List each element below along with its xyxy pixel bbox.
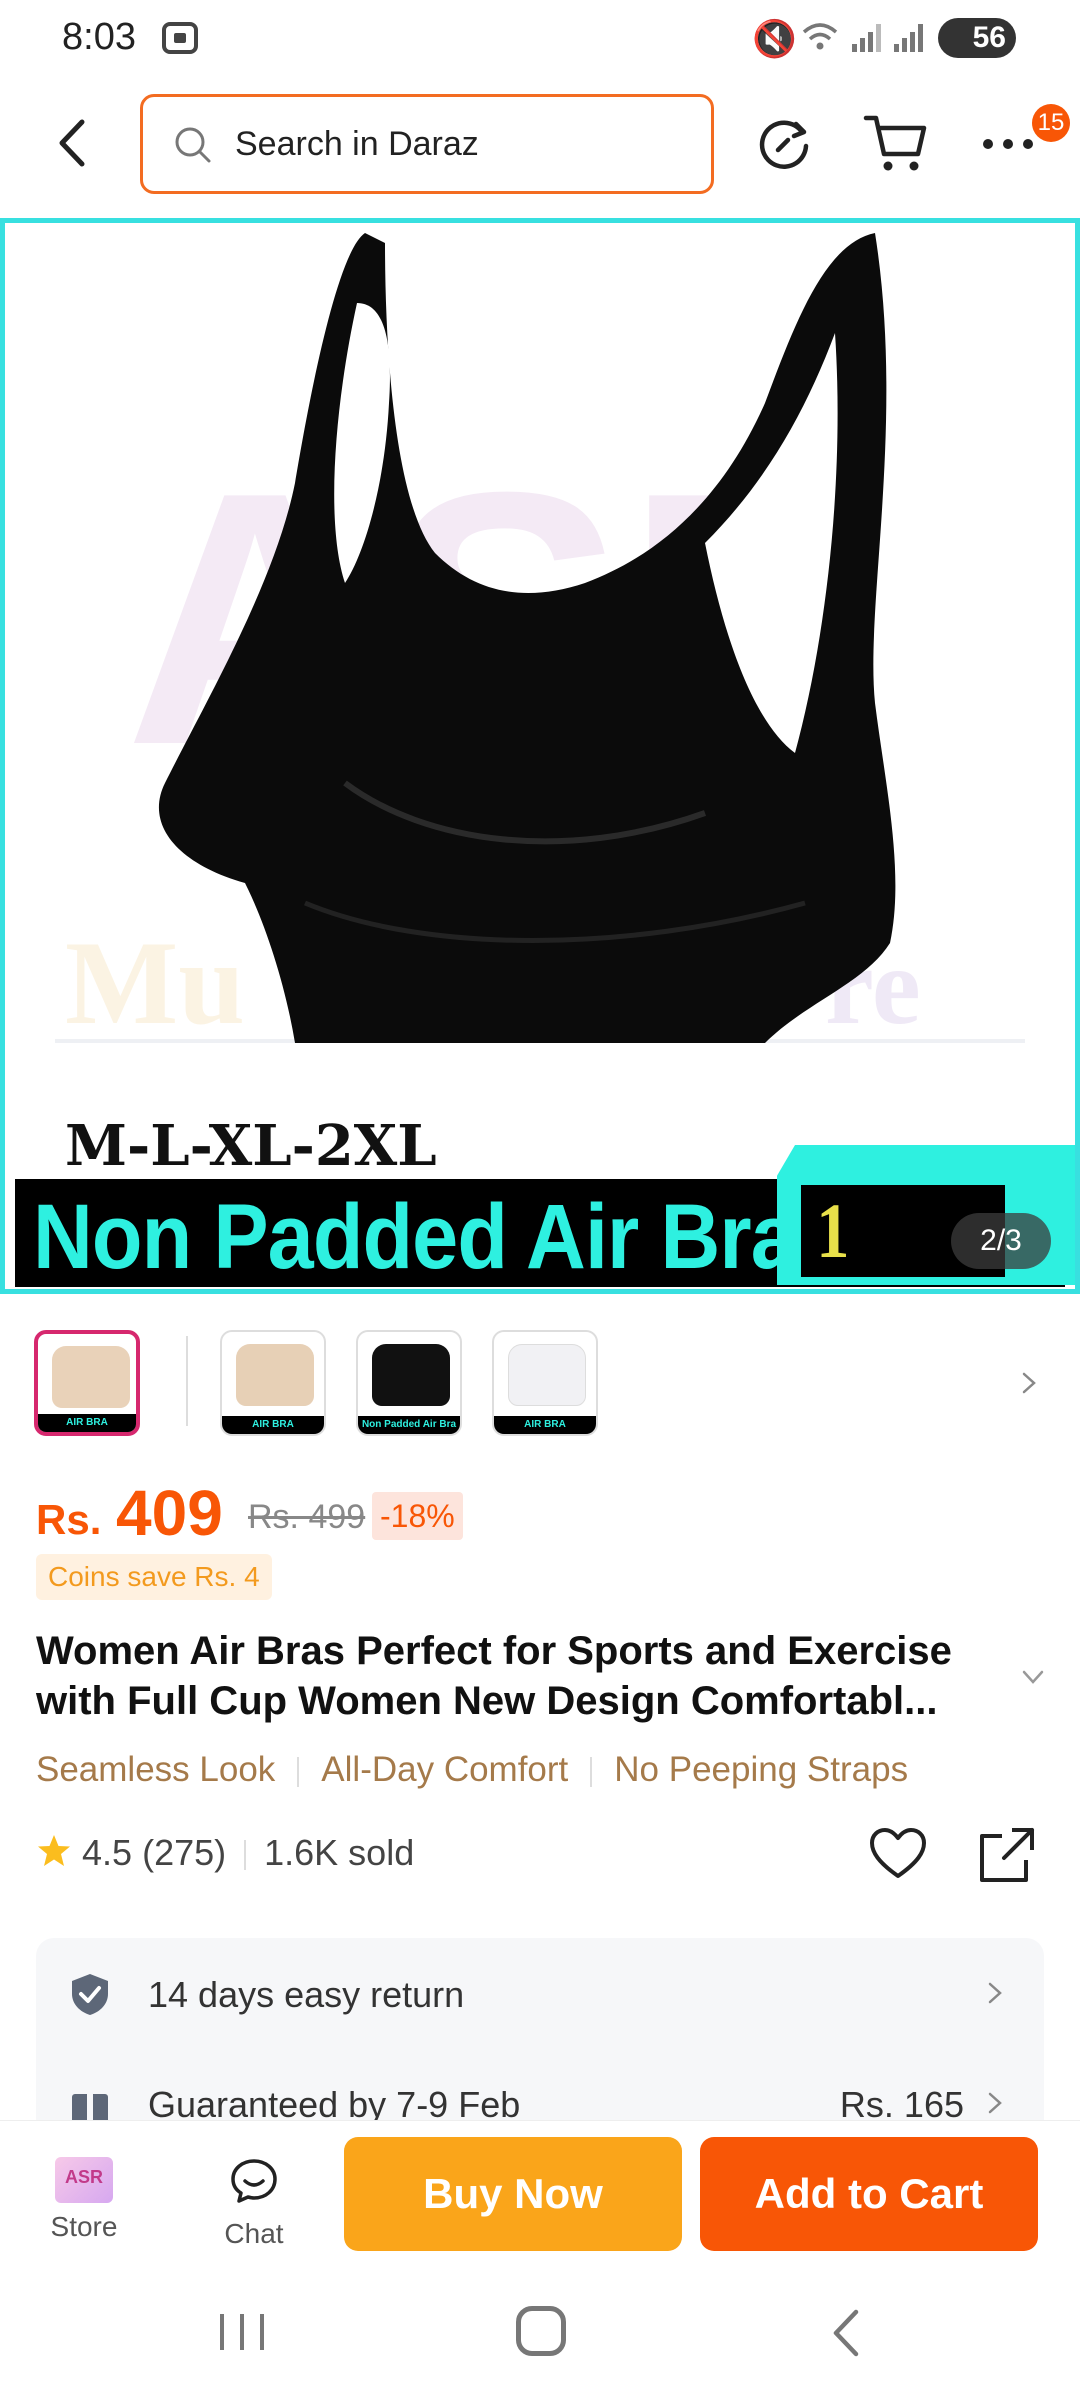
thumbnail-2[interactable]: AIR BRA (220, 1330, 326, 1436)
top-nav: Search in Daraz 15 (0, 78, 1080, 214)
thumbnail-3[interactable]: Non Padded Air Bra (356, 1330, 462, 1436)
add-to-cart-button[interactable]: Add to Cart (700, 2137, 1038, 2251)
discount-badge: -18% (372, 1492, 463, 1540)
price-amount: 409 (116, 1477, 223, 1549)
rating-row[interactable]: 4.5 (275) 1.6K sold (36, 1832, 414, 1882)
more-options-icon[interactable] (978, 124, 1038, 164)
chat-label: Chat (224, 2218, 284, 2249)
feature-tag: No Peeping Straps (614, 1750, 909, 1789)
status-bar: 8:03 🔇 56 (0, 0, 1080, 78)
thumbnail-divider (186, 1336, 188, 1426)
screen-record-icon (162, 22, 198, 54)
back-arrow-icon[interactable] (40, 108, 110, 178)
chevron-right-icon (988, 1982, 1002, 2004)
cart-count-badge: 15 (1032, 104, 1070, 142)
signal-icon (852, 24, 884, 56)
shield-check-icon (72, 1974, 108, 2015)
chat-button[interactable]: Chat (206, 2157, 302, 2257)
product-title: Women Air Bras Perfect for Sports and Ex… (36, 1629, 952, 1723)
bottom-action-bar: Store Chat Buy Now Add to Cart (0, 2120, 1080, 2266)
chevron-right-icon[interactable] (1014, 1368, 1044, 1398)
system-back-icon[interactable] (826, 2306, 866, 2360)
rating-value: 4.5 (82, 1832, 133, 1873)
system-nav-bar (0, 2266, 1080, 2400)
sold-count: 1.6K sold (264, 1832, 415, 1873)
buy-now-button[interactable]: Buy Now (344, 2137, 682, 2251)
battery-icon: 56 (938, 18, 1016, 58)
search-input[interactable]: Search in Daraz (140, 94, 714, 194)
wifi-icon (802, 23, 838, 50)
coins-save-badge: Coins save Rs. 4 (36, 1554, 272, 1600)
svg-text:Mu: Mu (65, 916, 245, 1049)
refresh-icon[interactable] (752, 112, 816, 176)
store-button[interactable]: Store (36, 2157, 132, 2257)
image-counter: 2/3 (951, 1213, 1051, 1269)
search-icon (175, 127, 211, 163)
price-currency: Rs. (36, 1496, 102, 1543)
thumbnail-strip: AIR BRA AIR BRA Non Padded Air Bra AIR B… (0, 1320, 1080, 1450)
chevron-right-icon (988, 2092, 1002, 2114)
star-icon (38, 1835, 70, 1866)
product-image-carousel[interactable]: ASF Mu re M-L-XL-2XL Non Padded Air Bra … (0, 218, 1080, 1294)
return-policy-text: 14 days easy return (148, 1974, 465, 2015)
thumbnail-4[interactable]: AIR BRA (492, 1330, 598, 1436)
store-label: Store (50, 2211, 118, 2242)
original-price: Rs. 499 (248, 1498, 366, 1536)
chevron-down-icon[interactable] (1018, 1662, 1048, 1692)
feature-tag: Seamless Look (36, 1750, 276, 1789)
feature-tags: Seamless Look All-Day Comfort No Peeping S… (36, 1750, 1046, 1800)
size-range-text: M-L-XL-2XL (65, 1113, 437, 1179)
status-time: 8:03 (62, 16, 136, 58)
cart-icon[interactable] (862, 110, 932, 174)
signal-icon (894, 24, 926, 56)
thumbnail-1[interactable]: AIR BRA (34, 1330, 140, 1436)
review-count: (275) (142, 1832, 227, 1873)
banner-text: Non Padded Air Bra (33, 1186, 797, 1288)
store-logo (55, 2157, 113, 2203)
wishlist-heart-icon[interactable] (868, 1826, 928, 1882)
share-icon[interactable] (976, 1824, 1038, 1886)
mute-icon: 🔇 (752, 18, 797, 59)
return-policy-row[interactable]: 14 days easy return (36, 1958, 1044, 2028)
search-placeholder: Search in Daraz (235, 125, 479, 163)
chat-icon (231, 2159, 277, 2203)
feature-tag: All-Day Comfort (321, 1750, 569, 1789)
recent-apps-icon[interactable] (214, 2310, 270, 2354)
home-icon[interactable] (516, 2306, 566, 2356)
